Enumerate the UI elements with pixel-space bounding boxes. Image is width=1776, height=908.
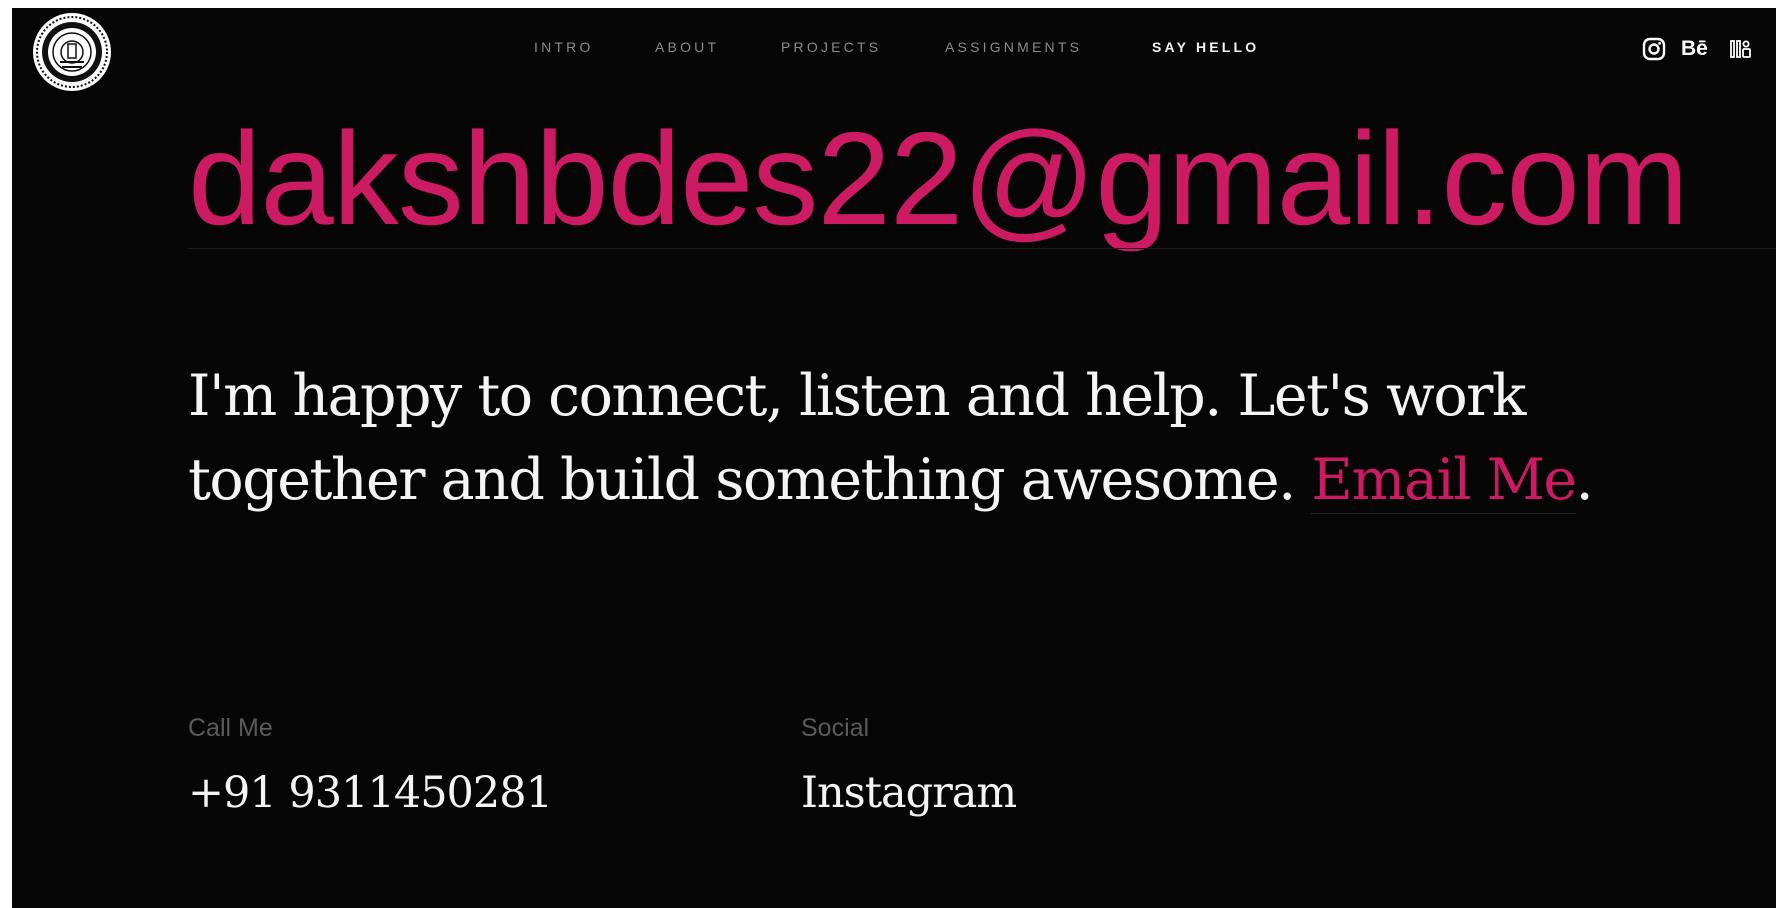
social-label: Social: [801, 714, 870, 742]
page-frame: INTRO ABOUT PROJECTS ASSIGNMENTS SAY HEL…: [12, 8, 1776, 908]
issuu-icon[interactable]: [1730, 36, 1752, 62]
call-me-label: Call Me: [188, 714, 273, 742]
email-heading-link[interactable]: dakshbdes22@gmail.com: [188, 104, 1689, 254]
instagram-link[interactable]: Instagram: [801, 768, 1017, 818]
email-me-link[interactable]: Email Me: [1311, 447, 1577, 514]
phone-link[interactable]: +91 9311450281: [188, 768, 553, 818]
behance-icon[interactable]: Bē: [1681, 36, 1708, 62]
nav-projects[interactable]: PROJECTS: [781, 39, 881, 55]
tagline: I'm happy to connect, listen and help. L…: [188, 354, 1688, 522]
divider: [188, 248, 1776, 249]
social-links: Bē: [1636, 36, 1776, 64]
nav-assignments[interactable]: ASSIGNMENTS: [945, 39, 1082, 55]
tagline-end: .: [1575, 447, 1594, 513]
nav-intro[interactable]: INTRO: [534, 39, 594, 55]
nav-say-hello[interactable]: SAY HELLO: [1152, 39, 1259, 55]
main-nav: INTRO ABOUT PROJECTS ASSIGNMENTS SAY HEL…: [12, 39, 1776, 59]
nav-about[interactable]: ABOUT: [655, 39, 719, 55]
instagram-icon[interactable]: [1642, 36, 1666, 62]
